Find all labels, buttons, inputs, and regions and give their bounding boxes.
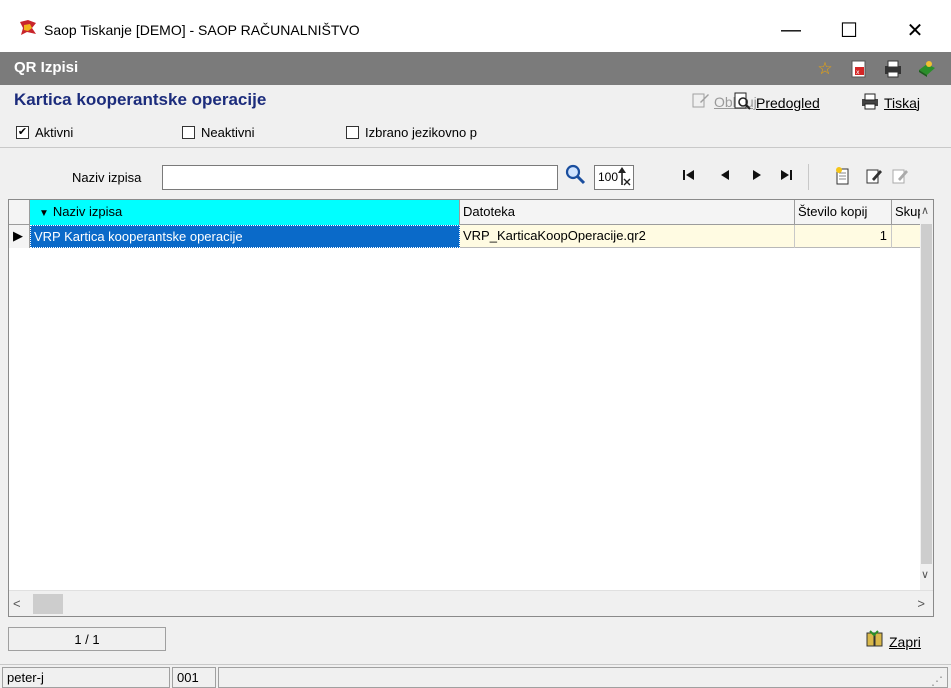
status-message: ⋰ (218, 667, 948, 688)
sort-toggle-icon[interactable] (614, 165, 634, 190)
scroll-left-icon[interactable]: < (13, 596, 21, 611)
jezikovno-label: Izbrano jezikovno p (365, 125, 478, 140)
module-header-bar: QR Izpisi ☆ x (0, 48, 951, 85)
maximize-button[interactable]: ☐ (826, 12, 872, 48)
printer-settings-icon[interactable] (881, 58, 905, 80)
design-edit-icon (692, 92, 710, 111)
pdf-export-icon[interactable]: x (847, 58, 871, 80)
scroll-down-icon[interactable]: ∨ (921, 568, 929, 581)
reports-grid: ▼ Naziv izpisa Datoteka Število kopij Sku… (8, 199, 934, 617)
edit-document-icon[interactable] (866, 167, 882, 190)
tiskaj-label: Tiskaj (884, 94, 921, 111)
predogled-button[interactable]: Predogled (734, 92, 820, 113)
scroll-right-icon[interactable]: > (917, 596, 925, 611)
toolbar-separator (808, 164, 809, 190)
column-header-label: Naziv izpisa (52, 204, 123, 219)
column-header-naziv[interactable]: ▼ Naziv izpisa (30, 200, 460, 225)
neaktivni-label: Neaktivni (201, 125, 255, 140)
last-record-icon[interactable] (780, 168, 792, 184)
search-input[interactable] (162, 165, 558, 190)
cell-skupina[interactable] (892, 225, 922, 248)
record-counter: 1 / 1 (8, 627, 166, 651)
checkbox-unchecked-icon[interactable] (346, 126, 359, 139)
zapri-label: Zapri (889, 633, 921, 650)
aktivni-label: Aktivni (35, 125, 74, 140)
resize-grip-icon[interactable]: ⋰ (931, 674, 943, 688)
close-window-button[interactable]: ✕ (892, 12, 938, 48)
previous-record-icon[interactable] (720, 168, 730, 184)
window-title: Saop Tiskanje [DEMO] - SAOP RAČUNALNIŠTV… (44, 22, 360, 38)
module-title: QR Izpisi (14, 59, 79, 76)
row-indicator-header (9, 200, 30, 225)
cell-datoteka[interactable]: VRP_KarticaKoopOperacije.qr2 (460, 225, 795, 248)
search-toolbar: Naziv izpisa 100 (0, 147, 951, 195)
zapri-button[interactable]: Zapri (865, 630, 921, 653)
minimize-button[interactable]: — (768, 12, 814, 48)
column-header-skupina[interactable]: Skupr (892, 200, 922, 225)
search-label: Naziv izpisa (72, 170, 142, 185)
neaktivni-checkbox[interactable]: Neaktivni (182, 125, 254, 140)
search-icon[interactable] (564, 163, 586, 191)
delete-document-icon[interactable] (892, 167, 908, 190)
row-indicator-icon: ▶ (9, 225, 30, 248)
cell-kopij[interactable]: 1 (795, 225, 892, 248)
svg-text:x: x (856, 69, 860, 76)
favorite-star-icon[interactable]: ☆ (813, 58, 837, 80)
printer-icon (860, 92, 880, 113)
predogled-label: Predogled (756, 94, 820, 111)
status-user: peter-j (2, 667, 170, 688)
sort-descending-icon: ▼ (39, 208, 49, 219)
column-header-kopij[interactable]: Število kopij (795, 200, 892, 225)
aktivni-checkbox[interactable]: ✔ Aktivni (16, 125, 73, 140)
column-header-datoteka[interactable]: Datoteka (460, 200, 795, 225)
jezikovno-checkbox[interactable]: Izbrano jezikovno p (346, 125, 477, 140)
horizontal-scrollbar[interactable]: < > (9, 590, 933, 616)
vertical-scroll-thumb[interactable] (921, 224, 932, 564)
page-title: Kartica kooperantske operacije (14, 90, 267, 109)
horizontal-scroll-thumb[interactable] (33, 594, 63, 614)
help-book-icon[interactable] (915, 58, 939, 80)
close-book-icon (865, 630, 885, 653)
tiskaj-button[interactable]: Tiskaj (860, 92, 920, 113)
print-preview-icon (734, 92, 752, 113)
status-code: 001 (172, 667, 216, 688)
first-record-icon[interactable] (683, 168, 695, 184)
table-row[interactable]: ▶ VRP Kartica kooperantske operacije VRP… (9, 225, 922, 248)
checkbox-unchecked-icon[interactable] (182, 126, 195, 139)
checkbox-checked-icon[interactable]: ✔ (16, 126, 29, 139)
status-bar: peter-j 001 ⋰ (0, 664, 951, 688)
new-document-icon[interactable] (835, 167, 851, 190)
window-titlebar: Saop Tiskanje [DEMO] - SAOP RAČUNALNIŠTV… (0, 0, 951, 48)
vertical-scrollbar[interactable]: ∧ ∨ (920, 200, 933, 590)
next-record-icon[interactable] (752, 168, 762, 184)
scroll-up-icon[interactable]: ∧ (921, 204, 929, 217)
cell-naziv[interactable]: VRP Kartica kooperantske operacije (30, 225, 460, 248)
saop-app-icon (20, 20, 36, 35)
grid-header: ▼ Naziv izpisa Datoteka Število kopij Sku… (9, 200, 933, 225)
